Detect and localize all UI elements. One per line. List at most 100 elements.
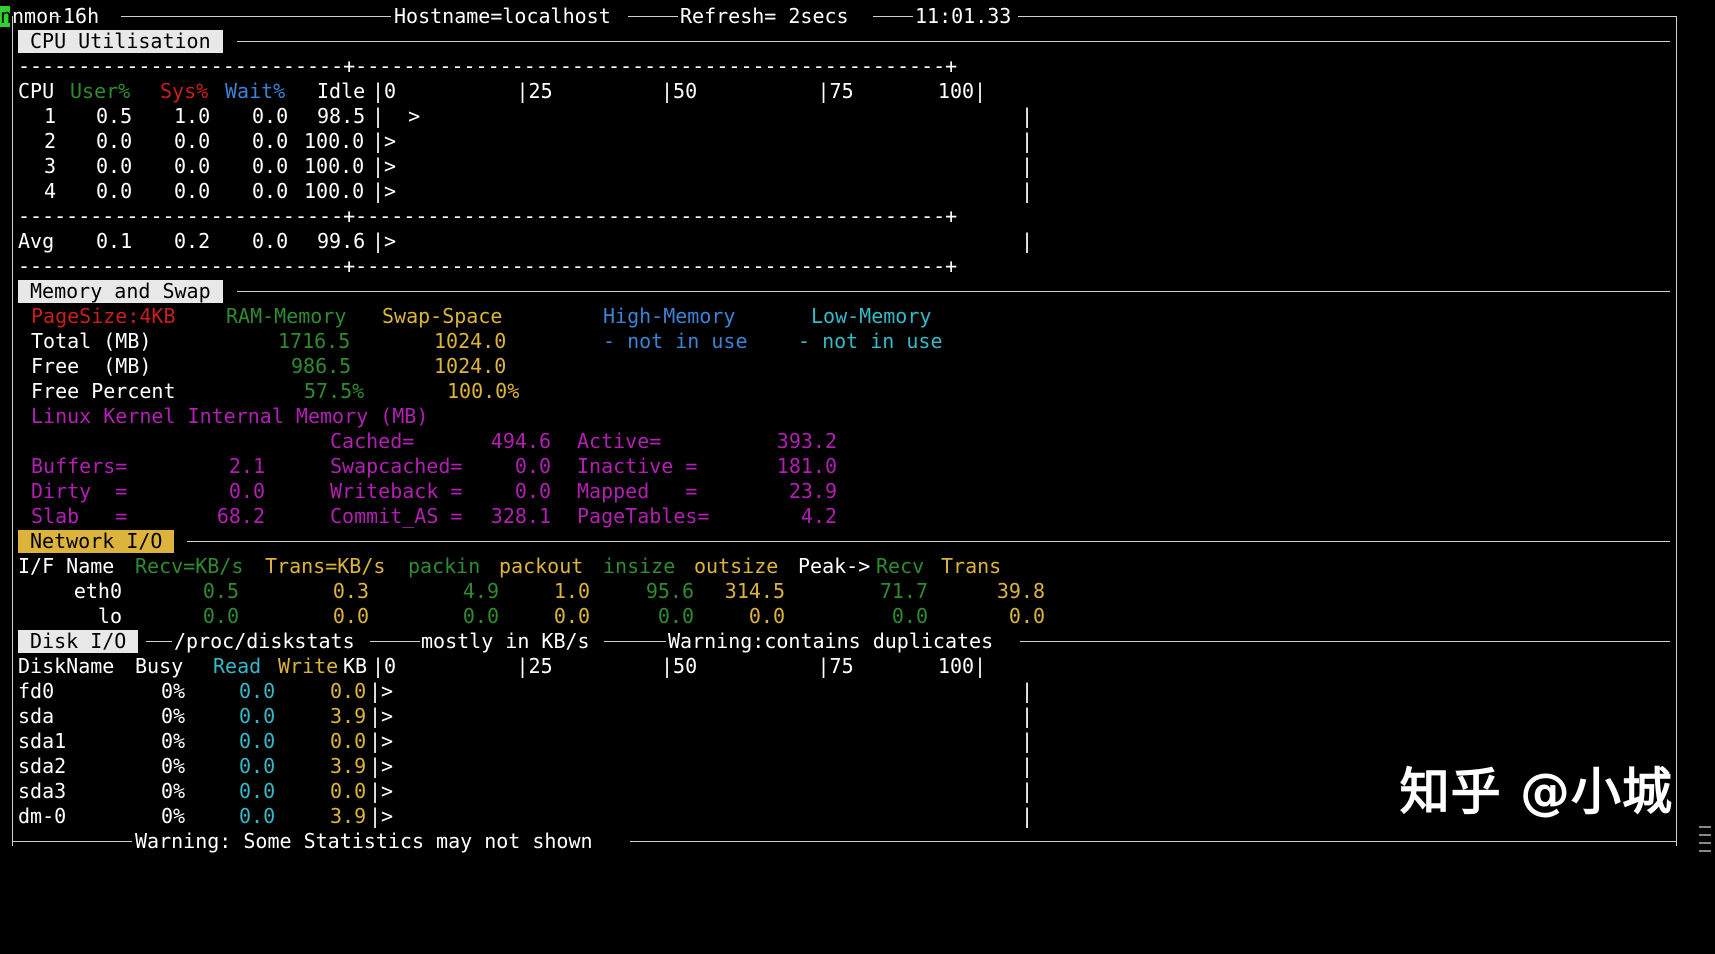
disk-busy-value: 0% — [161, 679, 186, 703]
kernel-memory-cell: Cached= — [330, 429, 415, 453]
network-packin-value: 0.0 — [462, 604, 499, 628]
kernel-memory-row: Buffers= 2.1 Swapcached= 0.0 Inactive = 181.0 — [0, 454, 1690, 479]
interface-name: eth0 — [73, 579, 122, 603]
disk-bar: |> — [369, 779, 394, 803]
cpu-sys-value: 0.0 — [174, 154, 211, 178]
kernel-memory-rows: Cached= 494.6 Active= 393.2 Buffers= 2.1 Swapc… — [0, 429, 1690, 529]
disk-busy-value: 0% — [161, 779, 186, 803]
cpu-section-header: CPU Utilisation — [0, 29, 1690, 54]
memory-free-row: Free (MB) 986.5 1024.0 — [31, 354, 507, 378]
kernel-memory-cell: 328.1 — [490, 504, 551, 528]
disk-bar: |> — [369, 729, 394, 753]
disk-name: sda2 — [18, 754, 67, 778]
cpu-id: 2 — [44, 129, 57, 153]
disk-read-value: 0.0 — [239, 754, 276, 778]
kernel-memory-cell: Commit_AS = — [330, 504, 463, 528]
disk-name: sda3 — [18, 779, 67, 803]
network-rows: eth0 0.5 0.3 4.9 1.0 95.6 314.5 71.7 39.8 lo 0.0 0.… — [0, 579, 1690, 629]
nmon-terminal[interactable]: n nmon 16h Hostname=localhost Refresh= 2… — [0, 4, 1690, 854]
cursor-char: n — [0, 4, 13, 28]
disk-bar: |> — [369, 704, 394, 728]
disk-section-header: Disk I/O /proc/diskstats mostly in KB/s … — [0, 629, 1690, 654]
kernel-memory-cell: 0.0 — [228, 479, 265, 503]
network-section-header: Network I/O — [0, 529, 1690, 554]
disk-write-value: 0.0 — [330, 729, 367, 753]
memory-section-header: Memory and Swap — [0, 279, 1690, 304]
kernel-memory-cell: 181.0 — [776, 454, 837, 478]
kernel-memory-cell: 4.2 — [800, 504, 837, 528]
disk-write-value: 0.0 — [330, 779, 367, 803]
kernel-memory-cell: PageTables= — [577, 504, 710, 528]
disk-busy-value: 0% — [161, 754, 186, 778]
refresh-label: Refresh= 2secs — [680, 4, 849, 28]
disk-bar: |> — [369, 804, 394, 828]
scroll-down-icon[interactable] — [1699, 826, 1711, 828]
disk-row: fd0 0% 0.0 0.0 |> | — [0, 679, 1690, 704]
network-peak_recv-value: 0.0 — [891, 604, 928, 628]
memory-section-title: Memory and Swap — [18, 280, 223, 303]
network-trans-value: 0.0 — [332, 604, 369, 628]
disk-bar-end: | — [1021, 704, 1034, 728]
cpu-idle-value: 100.0 — [304, 129, 365, 153]
disk-bar-end: | — [1021, 679, 1034, 703]
disk-bar: |> — [369, 679, 394, 703]
kernel-memory-cell: 0.0 — [514, 479, 551, 503]
cpu-bar: |> — [372, 129, 397, 153]
disk-column-headers: DiskName Busy Read Write KB |0 |25 |50 |… — [18, 654, 987, 678]
cpu-idle-value: 100.0 — [304, 179, 365, 203]
cpu-scale: |0 |25 |50 |75 100| — [372, 79, 987, 103]
footer-warning: Warning: Some Statistics may not shown — [135, 829, 593, 853]
disk-bar-end: | — [1021, 779, 1034, 803]
disk-bar-end: | — [1021, 729, 1034, 753]
network-row: eth0 0.5 0.3 4.9 1.0 95.6 314.5 71.7 39.8 — [0, 579, 1690, 604]
kernel-memory-cell: Active= — [577, 429, 662, 453]
network-peak_recv-value: 71.7 — [879, 579, 928, 603]
disk-scale: |0 |25 |50 |75 100| — [372, 654, 987, 678]
disk-bar: |> — [369, 754, 394, 778]
network-trans-value: 0.3 — [332, 579, 369, 603]
network-peak_trans-value: 39.8 — [996, 579, 1045, 603]
cpu-sys-value: 0.0 — [174, 129, 211, 153]
network-outsize-value: 314.5 — [724, 579, 785, 603]
network-packin-value: 4.9 — [462, 579, 499, 603]
cpu-user-value: 0.0 — [96, 129, 133, 153]
network-peak_trans-value: 0.0 — [1008, 604, 1045, 628]
memory-percent-row: Free Percent 57.5% 100.0% — [31, 379, 520, 403]
cpu-bar-end: | — [1021, 154, 1034, 178]
disk-read-value: 0.0 — [239, 679, 276, 703]
kernel-memory-cell: Mapped = — [577, 479, 698, 503]
kernel-memory-cell: 393.2 — [776, 429, 837, 453]
disk-name: fd0 — [18, 679, 55, 703]
cpu-sys-value: 1.0 — [174, 104, 211, 128]
network-recv-value: 0.5 — [202, 579, 239, 603]
cpu-bar-end: | — [1021, 129, 1034, 153]
cpu-separator-bottom: ---------------------------+------------… — [18, 254, 958, 278]
cpu-separator-mid: ---------------------------+------------… — [18, 204, 958, 228]
cpu-row: 1 0.5 1.0 0.0 98.5 | > | — [0, 104, 1690, 129]
memory-column-headers: PageSize:4KB RAM-Memory Swap-Space High-… — [31, 304, 932, 328]
kernel-memory-row: Slab = 68.2 Commit_AS = 328.1 PageTables= 4.2 — [0, 504, 1690, 529]
nmon-titlebar: n nmon 16h Hostname=localhost Refresh= 2… — [0, 4, 1690, 29]
disk-write-value: 0.0 — [330, 679, 367, 703]
cpu-avg-row: Avg 0.1 0.2 0.0 99.6 |> | — [18, 229, 1034, 253]
cpu-rows: 1 0.5 1.0 0.0 98.5 | > | 2 0.0 0.0 0.0 100.0 |> | 3 0.0… — [0, 104, 1690, 204]
network-packout-value: 1.0 — [553, 579, 590, 603]
cpu-wait-value: 0.0 — [252, 179, 289, 203]
disk-read-value: 0.0 — [239, 804, 276, 828]
cpu-bar-end: | — [1021, 179, 1034, 203]
cpu-wait-value: 0.0 — [252, 129, 289, 153]
disk-section-title: Disk I/O — [18, 630, 139, 653]
network-column-headers: I/F Name Recv=KB/s Trans=KB/s packin pac… — [18, 554, 1002, 578]
disk-row: sda 0% 0.0 3.9 |> | — [0, 704, 1690, 729]
cpu-id: 3 — [44, 154, 57, 178]
hostname-label: Hostname=localhost — [394, 4, 611, 28]
disk-busy-value: 0% — [161, 804, 186, 828]
zhihu-watermark: 知乎 @小城 — [1399, 763, 1673, 821]
cpu-row: 4 0.0 0.0 0.0 100.0 |> | — [0, 179, 1690, 204]
kernel-memory-cell: 2.1 — [228, 454, 265, 478]
kernel-memory-cell: Writeback = — [330, 479, 463, 503]
cpu-idle-value: 100.0 — [304, 154, 365, 178]
cpu-bar-end: | — [1021, 104, 1034, 128]
kernel-memory-cell: 23.9 — [788, 479, 837, 503]
disk-busy-value: 0% — [161, 729, 186, 753]
